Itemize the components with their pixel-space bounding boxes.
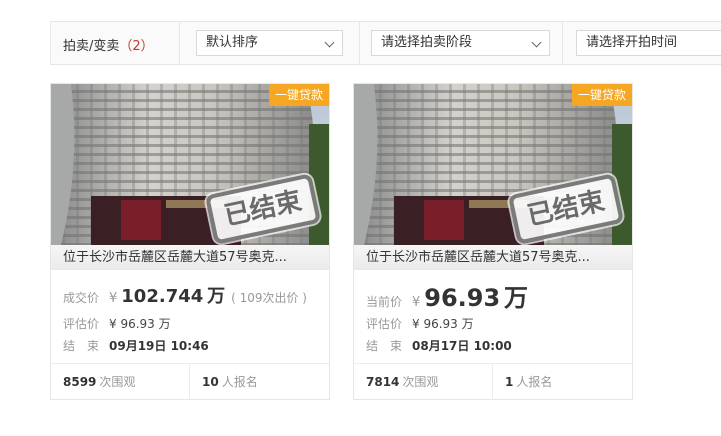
view-count-number: 8599 (63, 375, 97, 389)
price-unit: 万 (207, 286, 226, 307)
price-row: 成交价 ¥102.744 万 ( 109次出价 ) (63, 282, 323, 308)
signup-count-suffix: 人报名 (516, 375, 553, 389)
signup-count: 10 人报名 (202, 364, 258, 400)
divider (359, 22, 360, 64)
eval-value: ¥ 96.93 万 (109, 317, 171, 331)
property-title[interactable]: 位于长沙市岳麓区岳麓大道57号奥克... (354, 245, 632, 270)
divider (492, 364, 493, 400)
signup-count-number: 1 (505, 375, 514, 389)
eval-value: ¥ 96.93 万 (412, 317, 474, 331)
auction-count: （2） (119, 39, 154, 54)
view-count: 7814 次围观 (366, 364, 438, 400)
end-time: 08月17日 10:00 (412, 339, 512, 353)
price-value: 102.744 (121, 286, 204, 307)
auction-type-filter[interactable]: 拍卖/变卖（2） (63, 35, 154, 54)
price-value: 96.93 (424, 284, 501, 312)
auction-card[interactable]: 已结束 一键贷款 位于长沙市岳麓区岳麓大道57号奥克... 当前价 ¥96.93 … (353, 83, 633, 400)
chevron-down-icon (531, 37, 542, 48)
start-time-input[interactable]: 请选择开拍时间 (576, 30, 721, 56)
price-label: 当前价 (366, 295, 403, 309)
divider (179, 22, 180, 64)
price-label: 成交价 (63, 291, 100, 305)
start-time-placeholder: 请选择开拍时间 (586, 35, 678, 50)
signup-count: 1 人报名 (505, 364, 552, 400)
view-count: 8599 次围观 (63, 364, 135, 400)
divider (189, 364, 190, 400)
bid-count: ( 109次出价 ) (231, 291, 307, 305)
currency-symbol: ¥ (412, 295, 421, 310)
eval-label: 评估价 (63, 317, 100, 331)
filter-bar: 拍卖/变卖（2） 默认排序 请选择拍卖阶段 请选择开拍时间 (50, 21, 721, 65)
property-photo[interactable]: 已结束 一键贷款 (51, 84, 329, 245)
signup-count-number: 10 (202, 375, 219, 389)
chevron-down-icon (324, 37, 335, 48)
currency-symbol: ¥ (109, 291, 118, 306)
sort-select[interactable]: 默认排序 (196, 30, 343, 56)
end-row: 结 束 09月19日 10:46 (63, 337, 323, 354)
view-count-suffix: 次围观 (99, 375, 136, 389)
view-count-suffix: 次围观 (402, 375, 439, 389)
end-row: 结 束 08月17日 10:00 (366, 337, 626, 354)
auction-card[interactable]: 已结束 一键贷款 位于长沙市岳麓区岳麓大道57号奥克... 成交价 ¥102.74… (50, 83, 330, 400)
sort-select-value: 默认排序 (206, 35, 259, 50)
divider (562, 22, 563, 64)
price-unit: 万 (504, 284, 529, 312)
loan-badge[interactable]: 一键贷款 (571, 84, 632, 106)
auction-type-label: 拍卖/变卖 (63, 39, 120, 54)
price-row: 当前价 ¥96.93 万 (366, 278, 626, 313)
auction-stage-select-value: 请选择拍卖阶段 (381, 35, 473, 50)
property-title[interactable]: 位于长沙市岳麓区岳麓大道57号奥克... (51, 245, 329, 270)
end-label: 结 束 (63, 339, 100, 353)
loan-badge[interactable]: 一键贷款 (268, 84, 329, 106)
signup-count-suffix: 人报名 (221, 375, 258, 389)
view-count-number: 7814 (366, 375, 400, 389)
card-footer: 8599 次围观 10 人报名 (51, 363, 329, 400)
end-time: 09月19日 10:46 (109, 339, 209, 353)
end-label: 结 束 (366, 339, 403, 353)
eval-label: 评估价 (366, 317, 403, 331)
eval-row: 评估价 ¥ 96.93 万 (63, 315, 323, 332)
card-footer: 7814 次围观 1 人报名 (354, 363, 632, 400)
eval-row: 评估价 ¥ 96.93 万 (366, 315, 626, 332)
property-photo[interactable]: 已结束 一键贷款 (354, 84, 632, 245)
auction-stage-select[interactable]: 请选择拍卖阶段 (371, 30, 550, 56)
